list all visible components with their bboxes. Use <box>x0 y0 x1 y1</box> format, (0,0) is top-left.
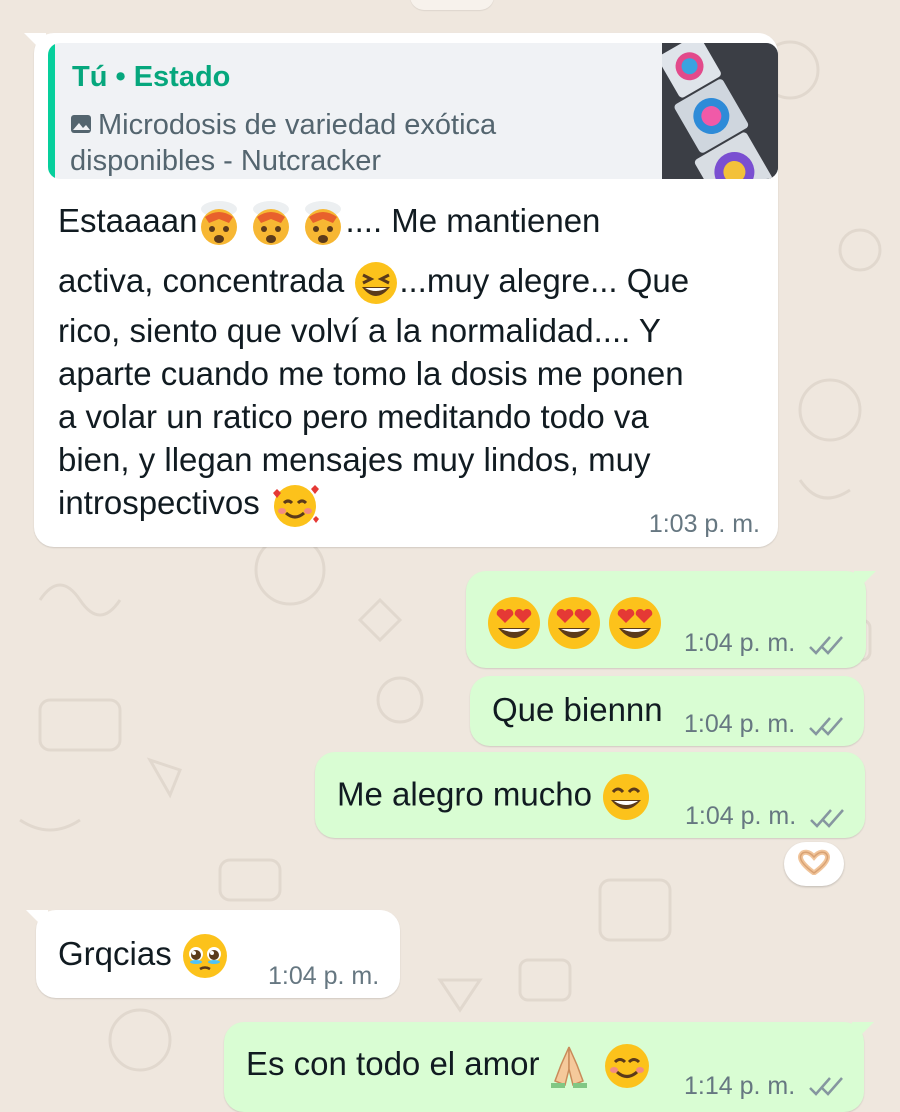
message-text-line: aparte cuando me tomo la dosis me ponen <box>58 355 684 392</box>
smiling-face-emoji-icon <box>603 1042 651 1090</box>
message-time: 1:04 p. m. <box>684 710 796 738</box>
text-segment: Estaaaan <box>58 202 198 239</box>
heart-hands-icon <box>797 849 831 880</box>
quote-text: Microdosis de variedad exótica <box>98 109 497 141</box>
message-text-line: Es con todo el amor <box>246 1042 651 1090</box>
message-text-line: Me alegro mucho <box>337 772 651 822</box>
status-thumbnail <box>662 43 778 179</box>
message-outgoing-4[interactable]: Me alegro mucho 1:04 p. m. <box>315 752 865 838</box>
text-segment: Grqcias <box>58 935 181 972</box>
message-time: 1:14 p. m. <box>684 1072 796 1100</box>
exploding-head-emoji-icon <box>249 199 293 247</box>
message-text-line: a volar un ratico pero meditando todo va <box>58 398 649 435</box>
quote-text-line-2: disponibles - Nutcracker <box>70 145 382 177</box>
double-check-icon <box>809 717 843 736</box>
text-segment: .... Me mantienen <box>345 202 601 239</box>
double-check-icon <box>810 809 844 828</box>
exploding-head-emoji-icon <box>197 199 241 247</box>
exploding-head-emoji-icon <box>301 199 345 247</box>
message-outgoing-2[interactable]: 1:04 p. m. <box>466 571 876 668</box>
text-segment: Me alegro mucho <box>337 775 602 813</box>
heart-eyes-emoji-icon <box>607 595 663 651</box>
message-text-line: rico, siento que volví a la normalidad..… <box>58 312 661 349</box>
message-text-line: bien, y llegan mensajes muy lindos, muy <box>58 441 651 478</box>
pleading-face-emoji-icon <box>181 932 229 980</box>
message-text: Que biennn <box>492 691 663 728</box>
image-icon <box>70 110 92 143</box>
text-segment: introspectivos <box>58 484 269 521</box>
message-outgoing-3[interactable]: Que biennn 1:04 p. m. <box>470 676 864 746</box>
heart-eyes-emoji-icon <box>546 595 602 651</box>
message-outgoing-6[interactable]: Es con todo el amor 1:14 p. m. <box>224 1022 874 1112</box>
double-check-icon <box>809 636 843 655</box>
emoji-row <box>486 595 663 651</box>
message-time: 1:04 p. m. <box>268 962 380 990</box>
beaming-face-emoji-icon <box>601 772 651 822</box>
message-time: 1:04 p. m. <box>685 802 797 830</box>
quote-text-line-1: Microdosis de variedad exótica <box>70 109 496 143</box>
quote-author: Tú • Estado <box>72 61 231 93</box>
message-text-line: introspectivos <box>58 481 321 529</box>
quote-accent-bar <box>48 43 55 179</box>
smiling-face-with-hearts-emoji-icon <box>269 481 321 529</box>
grinning-squinting-face-emoji-icon <box>353 260 399 306</box>
text-segment: Es con todo el amor <box>246 1045 549 1082</box>
message-time: 1:04 p. m. <box>684 629 796 657</box>
text-segment: ...muy alegre... Que <box>399 262 690 299</box>
heart-eyes-emoji-icon <box>486 595 542 651</box>
text-segment: activa, concentrada <box>58 262 354 299</box>
message-text-line: activa, concentrada ...muy alegre... Que <box>58 259 689 306</box>
message-incoming-5[interactable]: Grqcias 1:04 p. m. <box>26 910 400 998</box>
message-time: 1:03 p. m. <box>648 510 760 538</box>
folded-hands-emoji-icon <box>549 1043 589 1089</box>
date-chip <box>410 0 494 10</box>
message-text-line: Estaaaan .... Me mantienen <box>58 199 600 247</box>
message-incoming-1[interactable]: Tú • Estado Microdosis de variedad exóti… <box>24 33 778 547</box>
message-text-line: Grqcias <box>58 932 229 980</box>
quoted-status[interactable]: Tú • Estado Microdosis de variedad exóti… <box>48 43 778 179</box>
message-reaction[interactable] <box>784 842 844 886</box>
double-check-icon <box>809 1077 843 1096</box>
